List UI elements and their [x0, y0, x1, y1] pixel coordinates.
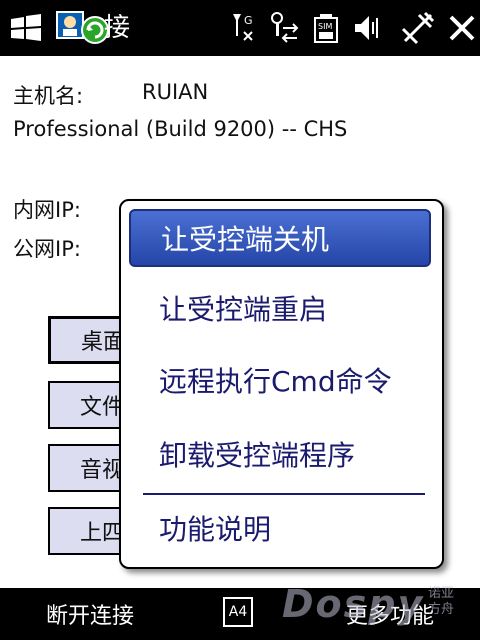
menu-item-restart[interactable]: 让受控端重启 — [129, 279, 431, 337]
host-value: RUIAN — [142, 80, 209, 104]
menu-separator — [143, 493, 425, 495]
menu-item-help[interactable]: 功能说明 — [129, 499, 431, 557]
wan-ip-label: 公网IP: — [13, 237, 81, 261]
input-mode-indicator[interactable]: A4 — [223, 597, 253, 627]
signal-icon: G — [226, 8, 258, 48]
volume-icon — [350, 8, 382, 48]
menu-item-cmd[interactable]: 远程执行Cmd命令 — [129, 351, 431, 409]
disconnect-softkey[interactable]: 断开连接 — [46, 588, 134, 640]
app-title: 接 — [104, 13, 131, 43]
battery-icon: SIM — [310, 8, 342, 48]
context-menu: 让受控端关机 让受控端重启 远程执行Cmd命令 卸载受控端程序 功能说明 — [119, 199, 444, 569]
connectivity-icon — [398, 8, 438, 48]
watermark-subtitle: 诺亚 方舟 — [428, 586, 454, 618]
data-sync-icon — [266, 8, 302, 48]
watermark-sub-line2: 方舟 — [428, 602, 455, 617]
os-info: Professional (Build 9200) -- CHS — [13, 117, 348, 141]
close-icon[interactable] — [444, 8, 480, 48]
windows-start-icon[interactable] — [6, 8, 46, 48]
status-bar: 接 G SIM — [0, 0, 480, 56]
lan-ip-label: 内网IP: — [13, 198, 81, 222]
host-label: 主机名: — [13, 84, 84, 108]
watermark-sub-line1: 诺亚 — [428, 586, 455, 601]
watermark-logo: Dospy — [282, 582, 425, 626]
menu-item-uninstall[interactable]: 卸载受控端程序 — [129, 425, 431, 483]
svg-text:G: G — [244, 14, 253, 27]
menu-item-shutdown[interactable]: 让受控端关机 — [129, 209, 431, 267]
svg-text:SIM: SIM — [318, 22, 332, 31]
